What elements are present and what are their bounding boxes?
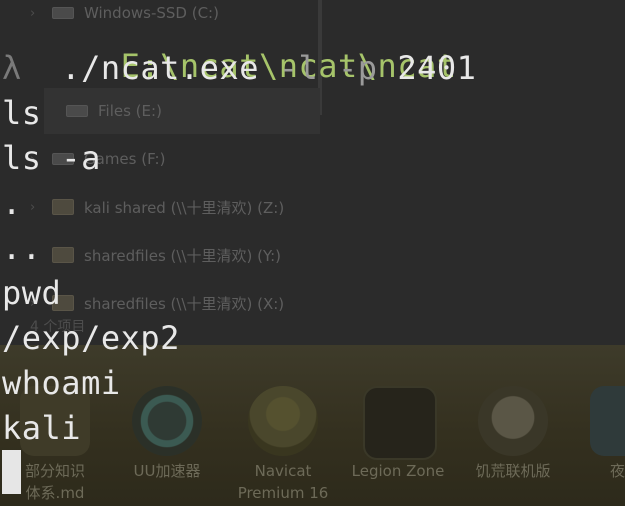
prompt-lambda-icon: λ: [2, 49, 22, 87]
terminal-line: kali: [2, 409, 82, 447]
terminal-line: .: [2, 184, 22, 222]
terminal-line: /exp/exp2: [2, 319, 180, 357]
terminal-command-line: λ ./ncat.exe -l -p 2401: [2, 49, 477, 87]
terminal-prompt-path: E:\ncat\ncat\ncat: [120, 47, 457, 85]
terminal-line: ..: [2, 229, 42, 267]
terminal-output[interactable]: E:\ncat\ncat\ncat λ ./ncat.exe -l -p 240…: [0, 0, 625, 506]
screen: › Windows-SSD (C:) Files (E:) › Games (F…: [0, 0, 625, 506]
terminal-line: ls -a: [2, 139, 101, 177]
terminal-line: whoami: [2, 364, 121, 402]
terminal-cursor: [2, 450, 21, 494]
terminal-line: ls: [2, 94, 42, 132]
terminal-line: pwd: [2, 274, 62, 312]
